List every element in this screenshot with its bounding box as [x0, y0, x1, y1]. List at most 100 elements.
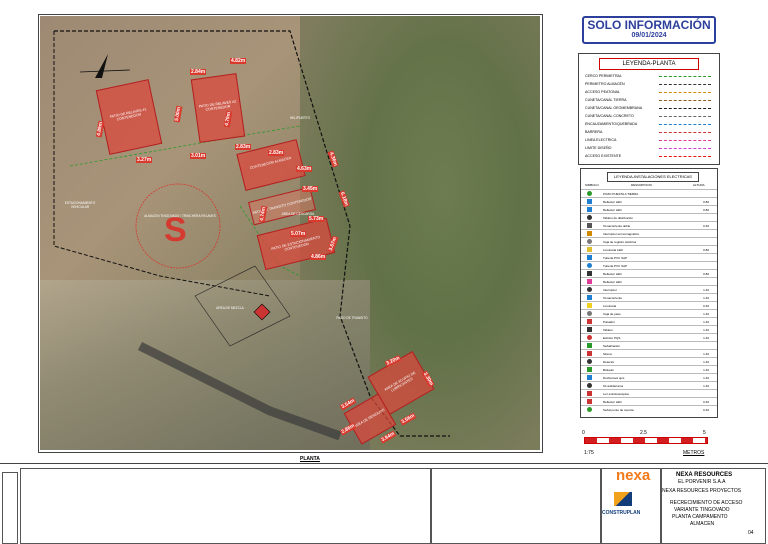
symbol-description: Luminaria LED — [603, 248, 623, 252]
col-desc-header: DESCRIPCION — [631, 183, 652, 187]
stamp-title: SOLO INFORMACIÓN — [587, 18, 711, 32]
legend-planta-item: ACCESO PEATONAL — [585, 90, 621, 94]
dept: NEXA RESOURCES PROYECTOS — [662, 488, 742, 494]
symbol-description: Luminaria — [603, 304, 617, 308]
legend-planta-item: BARRERA — [585, 130, 603, 134]
legend-line-swatch — [659, 116, 711, 117]
scale-tick-2: 5 — [703, 430, 706, 436]
symbol-icon — [587, 359, 592, 364]
symbol-icon — [587, 231, 592, 236]
symbol-description: Tablero de distribución — [603, 216, 634, 220]
symbol-description: Interruptor — [603, 288, 617, 292]
legend-planta-item: ENCAUZAMIENTO/QUEBRADA — [585, 122, 638, 126]
symbol-height: 1.40 — [703, 384, 709, 388]
symbol-icon — [587, 375, 592, 380]
symbol-description: Reflector LED — [603, 280, 622, 284]
symbol-icon — [587, 295, 592, 300]
symbol-icon — [587, 191, 592, 196]
symbol-description: POZO PUESTA A TIERRA — [603, 192, 639, 196]
legend-planta-item: ACCESO EXISTENTE — [585, 154, 622, 158]
symbol-height: 0.80 — [703, 248, 709, 252]
symbol-height: 0.80 — [703, 272, 709, 276]
symbol-icon — [587, 263, 592, 268]
map-frame — [38, 14, 543, 453]
symbol-description: Detector — [603, 360, 615, 364]
symbol-height: 0.40 — [703, 304, 709, 308]
symbol-icon — [587, 303, 592, 308]
legend-line-swatch — [659, 92, 711, 93]
symbol-height: 1.40 — [703, 368, 709, 372]
symbol-height: 0.80 — [703, 208, 709, 212]
legend-line-swatch — [659, 108, 711, 109]
tb-stamp-cell — [2, 472, 18, 544]
symbol-height: 1.40 — [703, 360, 709, 364]
legend-line-swatch — [659, 100, 711, 101]
plan-label: PLANTA — [300, 456, 320, 462]
symbol-height: 1.40 — [703, 320, 709, 324]
scale-bar — [584, 437, 708, 444]
symbol-icon — [587, 271, 592, 276]
symbol-description: Reflector LED — [603, 272, 622, 276]
tb-revisions-cell — [430, 468, 602, 544]
symbol-icon — [587, 247, 592, 252]
symbol-description: Caja de registro eléctrica — [603, 240, 637, 244]
symbol-height: 0.40 — [703, 224, 709, 228]
legend-line-swatch — [659, 84, 711, 85]
symbol-icon — [587, 399, 592, 404]
symbol-description: Kit antiderrame — [603, 384, 624, 388]
scale-unit: METROS — [683, 450, 705, 456]
symbol-icon — [587, 319, 592, 324]
scale-tick-0: 0 — [582, 430, 585, 436]
legend-line-swatch — [659, 148, 711, 149]
symbol-description: Reflector LED — [603, 208, 622, 212]
symbol-description: Sirena — [603, 352, 612, 356]
symbol-row: Señal punto de reunión 0.40 — [581, 405, 717, 414]
symbol-height: 1.40 — [703, 288, 709, 292]
symbol-icon — [587, 207, 592, 212]
symbol-description: Caja de paso — [603, 312, 621, 316]
col-symbol-header: SIMBOLO — [585, 183, 599, 187]
scale-ratio: 1:75 — [584, 450, 594, 456]
symbol-description: Tomacorriente doble — [603, 224, 631, 228]
drawing-sheet: S PATIO DE RELAVES #1 CONTENEDOR PATIO D… — [0, 0, 768, 544]
symbol-icon — [587, 327, 592, 332]
symbol-icon — [587, 351, 592, 356]
project-4: ALMACEN — [690, 521, 715, 527]
symbol-icon — [587, 311, 592, 316]
symbol-icon — [587, 223, 592, 228]
symbol-description: Tomacorriente — [603, 296, 623, 300]
symbol-icon — [587, 287, 592, 292]
legend-planta-item: CERCO PERIMETRAL — [585, 74, 622, 78]
symbol-description: Tablero — [603, 328, 613, 332]
symbol-height: 1.40 — [703, 352, 709, 356]
info-stamp: SOLO INFORMACIÓN 09/01/2024 — [582, 16, 716, 44]
symbol-icon — [587, 199, 592, 204]
symbol-icon — [587, 335, 592, 340]
logo-nexa: nexa — [616, 467, 651, 484]
legend-electricas: LEYENDA-INSTALACIONES ELECTRICAS SIMBOLO… — [580, 168, 718, 418]
symbol-description: Interruptor termomagnético — [603, 232, 640, 236]
symbol-description: Tubería PVC SAP — [603, 264, 628, 268]
project-2: VARIANTE TINGOVADO — [674, 507, 730, 513]
legend-planta-item: LINEA ELECTRICA — [585, 138, 617, 142]
legend-line-swatch — [659, 76, 711, 77]
symbol-height: 1.40 — [703, 312, 709, 316]
legend-planta-title: LEYENDA-PLANTA — [599, 58, 699, 70]
symbol-description: Pulsador — [603, 320, 615, 324]
legend-planta-item: CUNETA/CANAL CONCRETO — [585, 114, 634, 118]
legend-planta: LEYENDA-PLANTA CERCO PERIMETRAL PERIMETRO… — [578, 53, 720, 165]
construplan-icon — [614, 492, 632, 506]
legend-line-swatch — [659, 140, 711, 141]
stamp-date: 09/01/2024 — [631, 32, 667, 39]
symbol-description: Señal punto de reunión — [603, 408, 635, 412]
symbol-height: 1.40 — [703, 296, 709, 300]
sheet-number: 04 — [748, 530, 754, 536]
legend-planta-item: CUNETA/CANAL TIERRA — [585, 98, 627, 102]
symbol-icon — [587, 239, 592, 244]
symbol-height: 1.40 — [703, 376, 709, 380]
project-3: PLANTA CAMPAMENTO — [672, 514, 728, 520]
symbol-height: 0.40 — [703, 400, 709, 404]
legend-line-swatch — [659, 124, 711, 125]
symbol-icon — [587, 279, 592, 284]
symbol-description: Ducha lava ojos — [603, 376, 625, 380]
